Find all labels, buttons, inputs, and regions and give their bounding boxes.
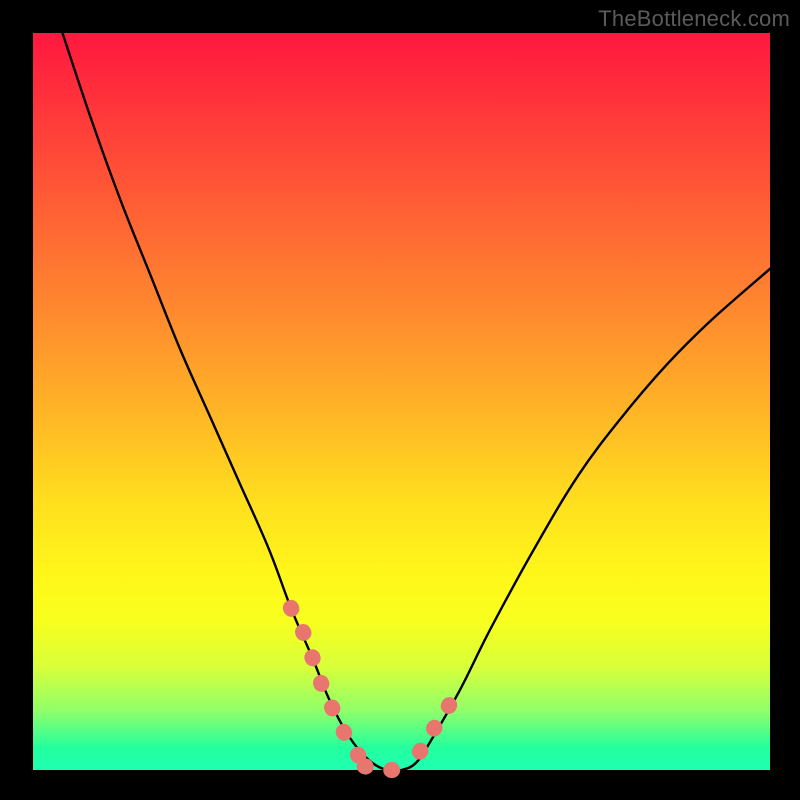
curve-svg bbox=[33, 33, 770, 770]
watermark-text: TheBottleneck.com bbox=[598, 6, 790, 32]
highlight-segment-right bbox=[420, 693, 457, 752]
chart-frame: TheBottleneck.com bbox=[0, 0, 800, 800]
plot-area bbox=[33, 33, 770, 770]
highlight-segment-left bbox=[291, 608, 361, 759]
bottleneck-curve bbox=[62, 33, 770, 771]
